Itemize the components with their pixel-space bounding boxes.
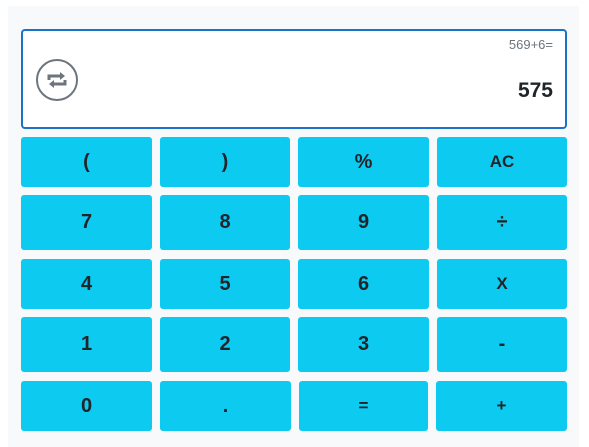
calculator-app: 569+6= 575 ( ) % AC 7 8 9 ÷ 4 5 6 X 1 2 …	[8, 6, 579, 447]
multiply-button[interactable]: X	[437, 259, 567, 309]
calculator-display: 569+6= 575	[21, 29, 567, 129]
minus-button[interactable]: -	[437, 317, 567, 372]
divide-button[interactable]: ÷	[437, 195, 567, 250]
history-button[interactable]	[36, 59, 78, 101]
digit-8-button[interactable]: 8	[160, 195, 290, 250]
digit-2-button[interactable]: 2	[160, 317, 290, 372]
digit-6-button[interactable]: 6	[298, 259, 429, 309]
all-clear-button[interactable]: AC	[437, 137, 567, 187]
digit-7-button[interactable]: 7	[21, 195, 152, 250]
plus-button[interactable]: +	[436, 381, 567, 431]
digit-9-button[interactable]: 9	[298, 195, 429, 250]
digit-0-button[interactable]: 0	[21, 381, 152, 431]
digit-3-button[interactable]: 3	[298, 317, 429, 372]
expression-text: 569+6=	[508, 37, 553, 52]
percent-button[interactable]: %	[298, 137, 429, 187]
decimal-button[interactable]: .	[160, 381, 291, 431]
equals-button[interactable]: =	[299, 381, 428, 431]
history-cycle-icon	[45, 71, 69, 89]
digit-5-button[interactable]: 5	[160, 259, 290, 309]
close-paren-button[interactable]: )	[160, 137, 290, 187]
result-text: 575	[517, 79, 553, 102]
digit-1-button[interactable]: 1	[21, 317, 152, 372]
open-paren-button[interactable]: (	[21, 137, 152, 187]
digit-4-button[interactable]: 4	[21, 259, 152, 309]
